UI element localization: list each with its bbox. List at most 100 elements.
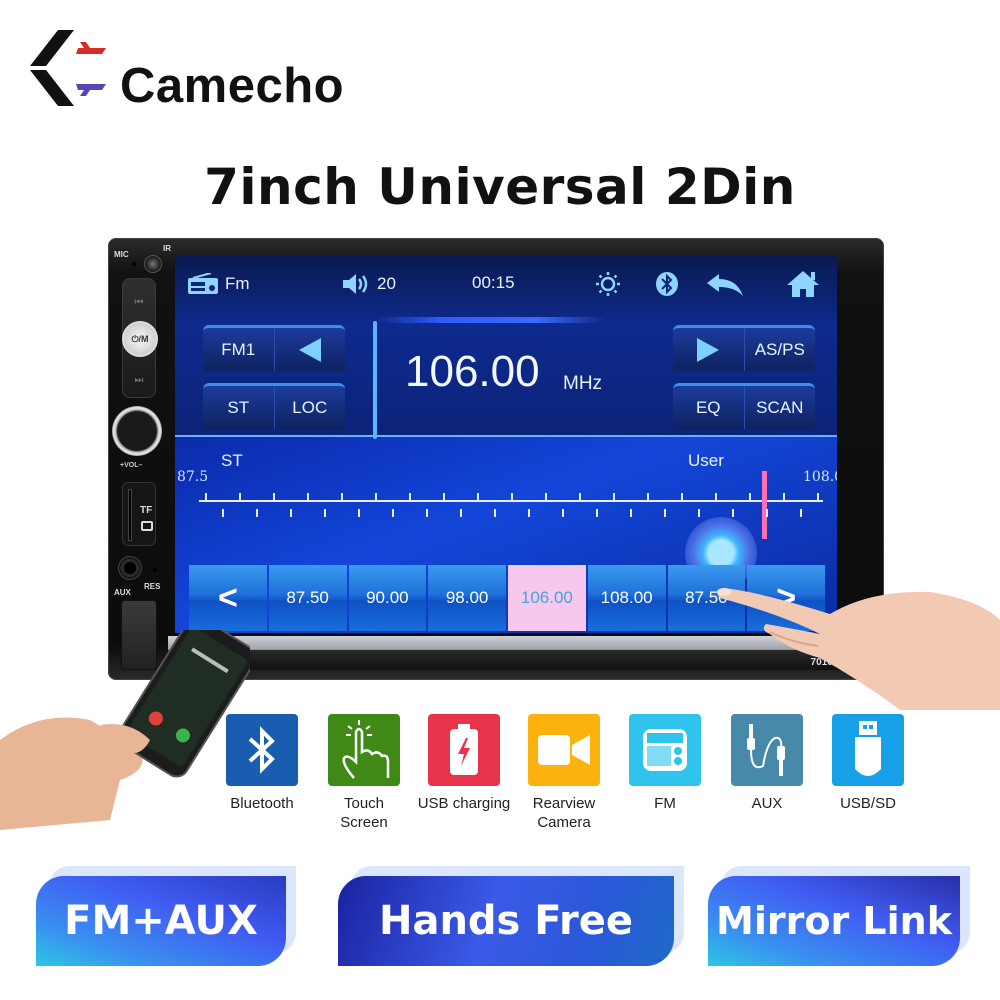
dial-tick bbox=[239, 493, 241, 501]
tf-card-slot[interactable]: TF bbox=[122, 482, 156, 546]
res-label: RES bbox=[144, 582, 161, 591]
sd-card-icon bbox=[141, 521, 153, 531]
home-icon[interactable] bbox=[785, 269, 821, 299]
bluetooth-icon[interactable] bbox=[655, 271, 679, 297]
feature-tile bbox=[528, 714, 600, 786]
brand-logo: Camecho bbox=[28, 28, 373, 118]
tf-label: TF bbox=[140, 505, 153, 516]
preset-prev-button[interactable]: < bbox=[189, 565, 267, 631]
battery-charging-icon bbox=[450, 724, 478, 775]
feature-bluetooth: Bluetooth bbox=[214, 714, 310, 813]
dial-tick bbox=[341, 493, 343, 501]
back-icon[interactable] bbox=[705, 273, 745, 297]
badge-mirror-link: Mirror Link bbox=[708, 866, 970, 966]
video-camera-icon bbox=[538, 735, 590, 765]
dial-tick bbox=[511, 493, 513, 501]
feature-label: FM bbox=[654, 795, 676, 812]
preset-item[interactable]: 90.00 bbox=[348, 565, 427, 631]
clock: 00:15 bbox=[472, 273, 515, 292]
aux-cable-icon bbox=[747, 724, 785, 776]
dial-tick bbox=[630, 509, 632, 517]
prev-track-button[interactable]: ⏮ bbox=[123, 297, 155, 308]
dial-tick bbox=[528, 509, 530, 517]
status-bar: Fm 20 00:15 bbox=[175, 255, 837, 315]
touch-hand-icon bbox=[342, 720, 390, 779]
st-loc-group: ST LOC bbox=[203, 383, 345, 429]
feature-label: Bluetooth bbox=[230, 795, 294, 812]
next-track-button[interactable]: ⏭ bbox=[123, 375, 155, 386]
aux-jack[interactable] bbox=[118, 556, 142, 580]
dial-tick bbox=[647, 493, 649, 501]
power-mode-button[interactable]: ⏻/M bbox=[122, 321, 158, 357]
ir-label: IR bbox=[163, 244, 171, 253]
asps-button[interactable]: AS/PS bbox=[745, 328, 816, 371]
band-button[interactable]: FM1 bbox=[203, 328, 275, 371]
feature-fm: FM bbox=[617, 714, 713, 813]
preset-item[interactable]: 87.50 bbox=[268, 565, 347, 631]
brightness-icon[interactable] bbox=[595, 271, 621, 297]
triangle-right-icon bbox=[697, 337, 720, 362]
badge-fm-aux: FM+AUX bbox=[36, 866, 296, 966]
aux-label: AUX bbox=[114, 588, 131, 597]
scan-button[interactable]: SCAN bbox=[745, 386, 816, 429]
dial-tick bbox=[392, 509, 394, 517]
dial-tick bbox=[732, 509, 734, 517]
feature-tile bbox=[328, 714, 400, 786]
feature-tile bbox=[629, 714, 701, 786]
eq-scan-group: EQ SCAN bbox=[673, 383, 815, 429]
volume-indicator[interactable]: 20 bbox=[341, 273, 396, 295]
radio-icon bbox=[643, 729, 687, 771]
eq-button[interactable]: EQ bbox=[673, 386, 745, 429]
dial-tick bbox=[613, 493, 615, 501]
seek-next-button[interactable] bbox=[673, 328, 745, 371]
dial-tick bbox=[817, 493, 819, 501]
feature-label: Touch Screen bbox=[340, 795, 388, 831]
tf-slit bbox=[128, 489, 132, 541]
track-button-pod: ⏮ ⏻/M ⏭ bbox=[122, 278, 158, 398]
ir-sensor bbox=[144, 255, 162, 273]
preset-item[interactable]: 108.00 bbox=[587, 565, 666, 631]
feature-label: AUX bbox=[751, 795, 783, 812]
source-label: Fm bbox=[225, 274, 250, 293]
feature-tile bbox=[731, 714, 803, 786]
source-indicator[interactable]: Fm bbox=[187, 273, 250, 295]
stereo-button[interactable]: ST bbox=[203, 386, 275, 429]
control-panel: MIC IR ⏮ ⏻/M ⏭ +VOL– TF RES AUX bbox=[108, 238, 171, 680]
dial-tick bbox=[749, 493, 751, 501]
dial-tick bbox=[477, 493, 479, 501]
dial-tick bbox=[205, 493, 207, 501]
dial-tick bbox=[375, 493, 377, 501]
feature-tile bbox=[226, 714, 298, 786]
dial-tick bbox=[698, 509, 700, 517]
dial-tick bbox=[426, 509, 428, 517]
dial-tick bbox=[766, 509, 768, 517]
radio-icon bbox=[188, 273, 218, 294]
badge-hands-free: Hands Free bbox=[338, 866, 684, 966]
reset-hole[interactable] bbox=[153, 568, 157, 572]
seek-prev-button[interactable] bbox=[275, 328, 346, 371]
dial-tick bbox=[324, 509, 326, 517]
volume-knob[interactable] bbox=[112, 406, 162, 456]
triangle-left-icon bbox=[298, 337, 321, 362]
local-button[interactable]: LOC bbox=[275, 386, 346, 429]
dial-tick bbox=[273, 493, 275, 501]
preset-item[interactable]: 98.00 bbox=[428, 565, 506, 631]
frequency-marker[interactable] bbox=[762, 471, 768, 539]
frequency-unit: MHz bbox=[563, 373, 603, 394]
band-seek-group: FM1 bbox=[203, 325, 345, 371]
dial-tick bbox=[579, 493, 581, 501]
dial-tick bbox=[494, 509, 496, 517]
brand-name: Camecho bbox=[120, 59, 345, 113]
phone-in-hand-image bbox=[0, 630, 250, 830]
feature-tile bbox=[428, 714, 500, 786]
badge-label: Hands Free bbox=[338, 876, 674, 966]
stereo-indicator: ST bbox=[221, 451, 243, 470]
dial-tick bbox=[562, 509, 564, 517]
page-headline: 7inch Universal 2Din bbox=[204, 158, 796, 216]
divider bbox=[373, 321, 377, 439]
preset-item[interactable]: 106.00 bbox=[508, 565, 586, 631]
mic-hole bbox=[132, 262, 136, 266]
dial-tick bbox=[681, 493, 683, 501]
dial-tick bbox=[596, 509, 598, 517]
volume-value: 20 bbox=[377, 274, 396, 293]
